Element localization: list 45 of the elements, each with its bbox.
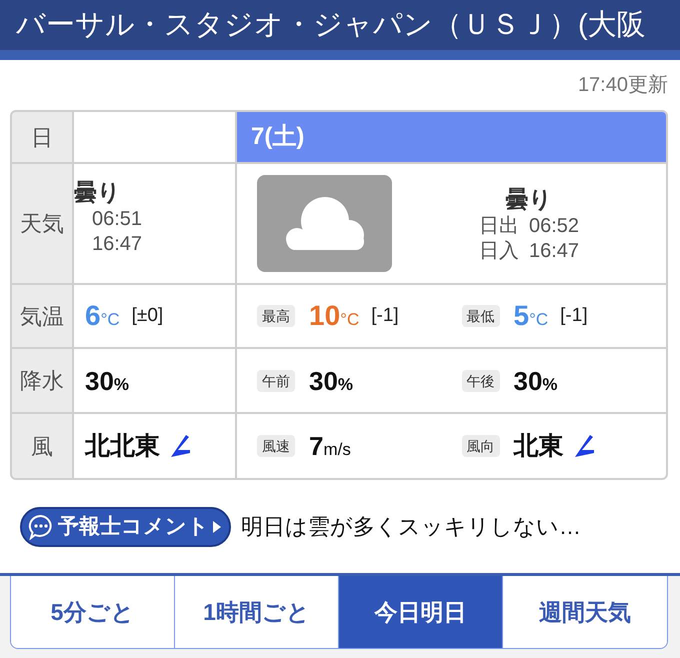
sun-label: 日入 [478, 238, 519, 264]
sunset-time: 16:47 [91, 232, 142, 257]
temperature-change: [±0] [132, 304, 164, 328]
precipitation-value: 30% [309, 368, 354, 394]
wind-arrow-icon [170, 434, 190, 458]
field-tag: 風速 [257, 435, 295, 457]
comment-text: 明日は雲が多くスッキリしない… [241, 513, 581, 541]
temperature-value: 10°C [309, 302, 360, 330]
precipitation-value: 30% [514, 368, 558, 394]
weather-text: 曇り [506, 184, 552, 214]
row-label: 天気 [12, 164, 72, 283]
field-tag: 最高 [257, 305, 295, 327]
page-title: バーサル・スタジオ・ジャパン（ＵＳＪ）(大阪 [16, 10, 646, 40]
nav-tab[interactable]: 今日明日 [339, 576, 503, 648]
field-tag: 風向 [462, 435, 500, 457]
field-tag: 午前 [257, 370, 295, 392]
field-tag: 最低 [462, 305, 500, 327]
temperature-value: 5°C [514, 302, 548, 330]
temperature-change: [-1] [371, 304, 399, 328]
row-label: 日 [12, 112, 72, 162]
sunset-time: 16:47 [528, 238, 580, 264]
nav-tab[interactable]: 1時間ごと [175, 576, 339, 648]
precipitation-value: 30% [85, 368, 130, 394]
temperature-change: [-1] [560, 304, 588, 328]
row-label: 気温 [12, 285, 72, 347]
cloud-icon [257, 175, 392, 272]
wind-direction: 北東 [514, 434, 564, 458]
wind-speed: 7m/s [309, 433, 351, 459]
field-tag: 午後 [462, 370, 500, 392]
update-time: 17:40更新 [578, 73, 668, 98]
sunrise-time: 06:51 [91, 207, 142, 232]
weather-text: 曇り [74, 178, 121, 207]
sun-label: 日出 [478, 214, 519, 238]
chat-bubble-icon [28, 514, 54, 540]
wind-direction: 北北東 [85, 434, 160, 458]
nav-tab[interactable]: 週間天気 [503, 576, 667, 648]
row-label: 降水 [12, 349, 72, 412]
forecaster-comment-button[interactable]: 予報士コメント [20, 506, 231, 546]
temperature-value: 6°C [85, 302, 120, 330]
row-label: 風 [12, 414, 72, 478]
caret-right-icon [213, 520, 221, 532]
wind-arrow-icon [574, 434, 594, 458]
date-header: 7(土) [237, 112, 666, 162]
sunrise-time: 06:52 [528, 214, 580, 238]
nav-tab[interactable]: 5分ごと [11, 576, 175, 648]
